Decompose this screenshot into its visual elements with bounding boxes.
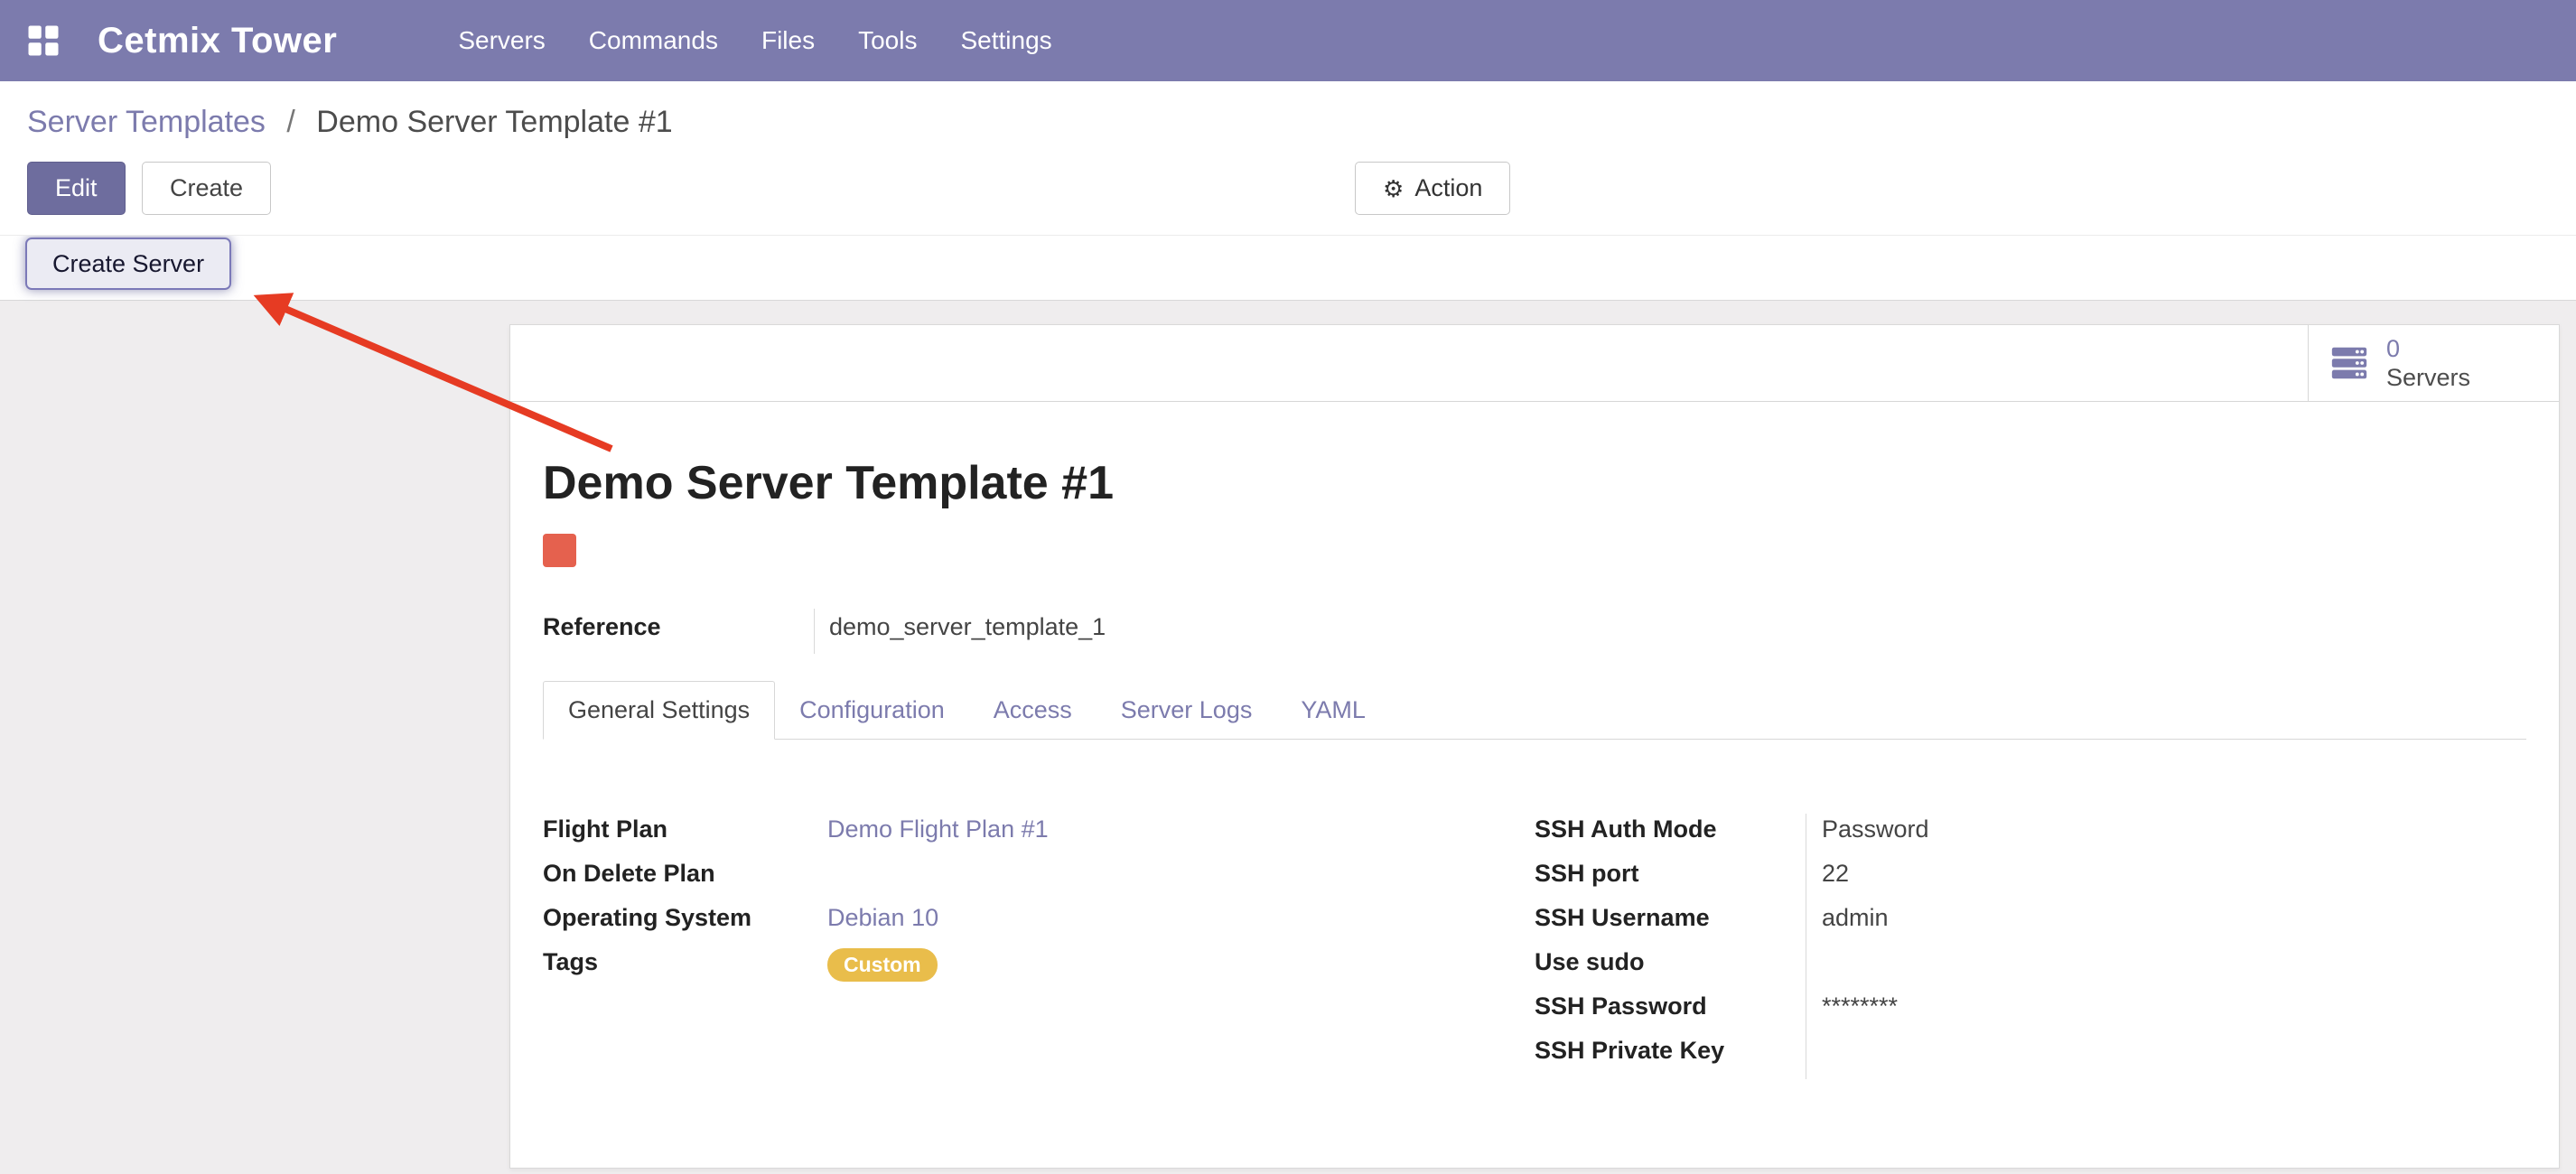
breadcrumb-separator: / [286,105,294,139]
field-value-operating-system[interactable]: Debian 10 [827,902,938,946]
tag-badge-custom: Custom [827,948,938,982]
field-row-ssh-port: SSH port 22 [1535,858,2526,902]
field-row-on-delete-plan: On Delete Plan [543,858,1535,902]
tab-general-settings[interactable]: General Settings [543,681,775,740]
stat-button-servers[interactable]: 0 Servers [2308,325,2559,401]
nav-item-commands[interactable]: Commands [567,0,740,81]
top-navbar: Cetmix Tower Servers Commands Files Tool… [0,0,2576,81]
field-group-left: Flight Plan Demo Flight Plan #1 On Delet… [543,814,1535,1079]
field-value-ssh-username: admin [1806,902,2526,946]
reference-label: Reference [543,609,814,654]
field-label-operating-system: Operating System [543,902,827,946]
nav-item-servers[interactable]: Servers [436,0,566,81]
field-row-ssh-private-key: SSH Private Key [1535,1035,2526,1079]
app-brand[interactable]: Cetmix Tower [98,21,337,61]
reference-value: demo_server_template_1 [814,609,1106,654]
create-button[interactable]: Create [142,162,271,215]
field-groups: Flight Plan Demo Flight Plan #1 On Delet… [543,740,2526,1079]
field-label-ssh-private-key: SSH Private Key [1535,1035,1806,1079]
stat-label: Servers [2386,363,2470,392]
field-value-ssh-password: ******** [1806,991,2526,1035]
field-row-ssh-password: SSH Password ******** [1535,991,2526,1035]
breadcrumb-current: Demo Server Template #1 [316,105,672,139]
field-group-right: SSH Auth Mode Password SSH port 22 SSH U… [1535,814,2526,1079]
tab-access[interactable]: Access [969,682,1097,739]
field-value-ssh-port: 22 [1806,858,2526,902]
field-row-operating-system: Operating System Debian 10 [543,902,1535,946]
action-button[interactable]: ⚙ Action [1355,162,1510,215]
field-label-ssh-auth-mode: SSH Auth Mode [1535,814,1806,858]
apps-grid-icon[interactable] [27,24,60,57]
field-value-ssh-private-key [1806,1035,2526,1079]
record-title: Demo Server Template #1 [543,456,2526,510]
button-box: 0 Servers [510,325,2559,402]
field-row-use-sudo: Use sudo [1535,946,2526,991]
nav-item-settings[interactable]: Settings [938,0,1073,81]
nav-item-files[interactable]: Files [740,0,836,81]
nav-item-tools[interactable]: Tools [836,0,938,81]
stat-count: 0 [2386,334,2470,363]
notebook-tabs: General Settings Configuration Access Se… [543,681,2526,740]
field-label-ssh-password: SSH Password [1535,991,1806,1035]
breadcrumb: Server Templates / Demo Server Template … [0,81,2576,151]
stat-button-text: 0 Servers [2386,334,2470,392]
reference-field-row: Reference demo_server_template_1 [543,609,2526,654]
control-panel: Edit Create ⚙ Action [0,151,2576,236]
field-label-use-sudo: Use sudo [1535,946,1806,991]
gear-icon: ⚙ [1383,177,1404,200]
tab-configuration[interactable]: Configuration [775,682,969,739]
sheet-body: Demo Server Template #1 Reference demo_s… [510,456,2559,1079]
edit-button[interactable]: Edit [27,162,126,215]
field-value-use-sudo [1806,946,2526,991]
field-label-ssh-port: SSH port [1535,858,1806,902]
action-button-label: Action [1414,174,1482,202]
field-label-tags: Tags [543,946,827,991]
field-value-ssh-auth-mode: Password [1806,814,2526,858]
field-row-tags: Tags Custom [543,946,1535,991]
field-value-tags: Custom [827,946,938,991]
content-area: 0 Servers Demo Server Template #1 Refere… [0,324,2576,1169]
tab-yaml[interactable]: YAML [1276,682,1390,739]
servers-icon [2329,342,2370,384]
field-row-flight-plan: Flight Plan Demo Flight Plan #1 [543,814,1535,858]
form-statusbar: Create Server [0,236,2576,301]
breadcrumb-parent-link[interactable]: Server Templates [27,105,266,139]
field-label-flight-plan: Flight Plan [543,814,827,858]
main-menu: Servers Commands Files Tools Settings [436,0,1073,81]
form-sheet: 0 Servers Demo Server Template #1 Refere… [509,324,2560,1169]
field-row-ssh-username: SSH Username admin [1535,902,2526,946]
field-row-ssh-auth-mode: SSH Auth Mode Password [1535,814,2526,858]
field-label-on-delete-plan: On Delete Plan [543,858,827,902]
tab-server-logs[interactable]: Server Logs [1097,682,1277,739]
color-swatch [543,534,576,567]
field-label-ssh-username: SSH Username [1535,902,1806,946]
create-server-button[interactable]: Create Server [25,238,231,290]
field-value-flight-plan[interactable]: Demo Flight Plan #1 [827,814,1049,858]
